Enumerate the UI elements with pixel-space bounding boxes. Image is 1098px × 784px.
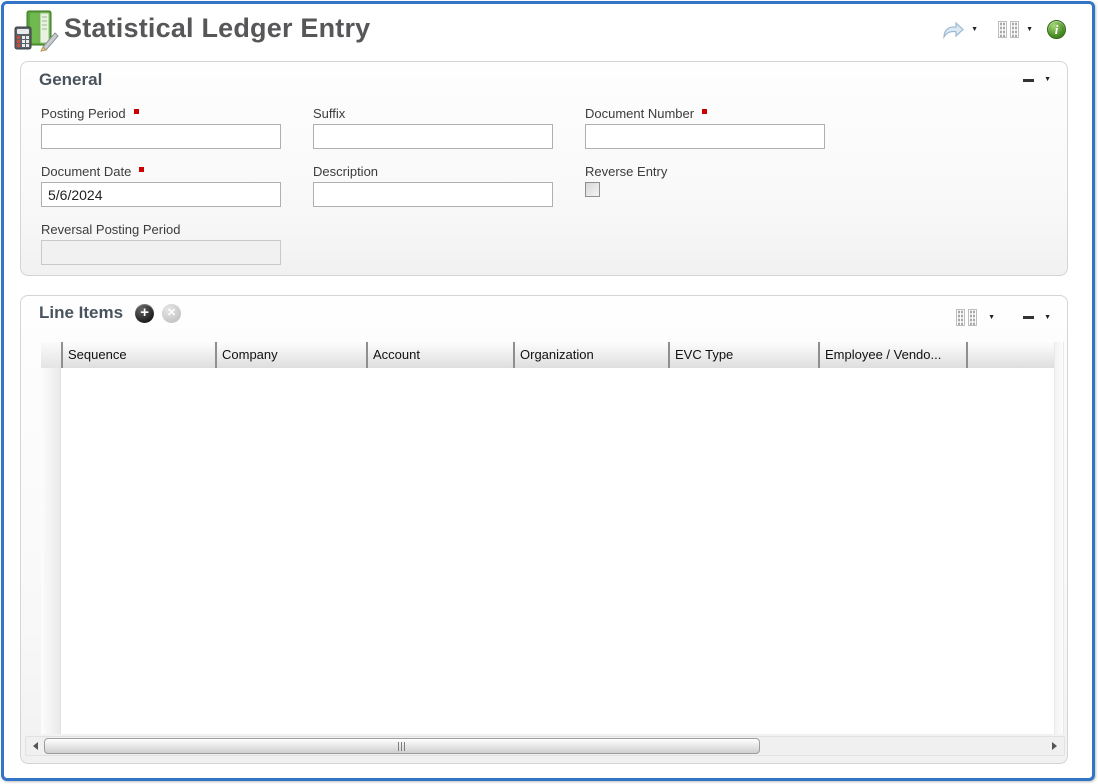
add-row-button[interactable]: + — [135, 304, 154, 323]
required-marker — [139, 167, 144, 172]
reversal-posting-period-input — [41, 240, 281, 265]
line-items-collapse-icon[interactable] — [1023, 316, 1034, 319]
document-number-input[interactable] — [585, 124, 825, 149]
horizontal-scrollbar[interactable] — [25, 736, 1065, 756]
general-section: General ▼ Posting Period Suffix Document… — [20, 61, 1068, 276]
column-header-employee-vendor[interactable]: Employee / Vendo... — [818, 342, 966, 368]
description-field: Description — [313, 164, 553, 207]
description-input[interactable] — [313, 182, 553, 207]
document-date-label: Document Date — [41, 164, 131, 179]
form-actions-caret-icon[interactable]: ▼ — [971, 25, 978, 35]
layouts-caret-icon[interactable]: ▼ — [1026, 25, 1033, 35]
required-marker — [134, 109, 139, 114]
ledger-app-icon — [13, 9, 61, 55]
column-header-account[interactable]: Account — [366, 342, 513, 368]
line-items-section: Line Items + ✕ ▼ ▼ Sequence Company Acco… — [20, 295, 1068, 764]
row-header-strip — [41, 368, 61, 734]
reverse-entry-label: Reverse Entry — [585, 164, 825, 179]
horizontal-scrollbar-thumb[interactable] — [44, 738, 760, 754]
column-header-company[interactable]: Company — [215, 342, 366, 368]
reversal-posting-period-label: Reversal Posting Period — [41, 222, 281, 237]
scrollbar-grip-icon — [398, 742, 406, 751]
column-header-evc-type[interactable]: EVC Type — [668, 342, 818, 368]
column-header-organization[interactable]: Organization — [513, 342, 668, 368]
reverse-entry-checkbox[interactable] — [585, 182, 600, 197]
grid-columns-icon[interactable] — [956, 309, 978, 326]
grid-columns-caret-icon[interactable]: ▼ — [988, 313, 995, 323]
grid-body[interactable] — [41, 368, 1059, 734]
column-header-filler — [966, 342, 1059, 368]
general-collapse-icon[interactable] — [1023, 79, 1034, 82]
vertical-scrollbar-track[interactable] — [1054, 342, 1064, 734]
page-title: Statistical Ledger Entry — [64, 13, 370, 44]
layouts-columns-icon[interactable] — [998, 21, 1020, 38]
general-menu-caret-icon[interactable]: ▼ — [1044, 75, 1051, 85]
document-number-field: Document Number — [585, 106, 825, 149]
document-date-input[interactable] — [41, 182, 281, 207]
suffix-label: Suffix — [313, 106, 553, 121]
line-items-section-title: Line Items — [39, 303, 123, 323]
column-header-sequence[interactable]: Sequence — [61, 342, 215, 368]
form-actions-icon[interactable] — [941, 21, 965, 39]
suffix-field: Suffix — [313, 106, 553, 149]
general-section-title: General — [39, 70, 102, 90]
row-selector-header — [41, 342, 61, 368]
line-items-grid: Sequence Company Account Organization EV… — [41, 342, 1059, 368]
scroll-left-icon[interactable] — [33, 742, 38, 750]
scroll-right-icon[interactable] — [1052, 742, 1057, 750]
delete-row-button[interactable]: ✕ — [162, 304, 181, 323]
app-window: Statistical Ledger Entry ▼ ▼ i General ▼… — [1, 1, 1095, 781]
document-date-field: Document Date — [41, 164, 281, 207]
required-marker — [702, 109, 707, 114]
description-label: Description — [313, 164, 553, 179]
line-items-menu-caret-icon[interactable]: ▼ — [1044, 313, 1051, 323]
app-header: Statistical Ledger Entry ▼ ▼ i — [4, 4, 1092, 60]
info-icon[interactable]: i — [1047, 20, 1066, 39]
suffix-input[interactable] — [313, 124, 553, 149]
grid-header-row: Sequence Company Account Organization EV… — [41, 342, 1059, 368]
document-number-label: Document Number — [585, 106, 694, 121]
posting-period-input[interactable] — [41, 124, 281, 149]
posting-period-field: Posting Period — [41, 106, 281, 149]
reversal-posting-period-field: Reversal Posting Period — [41, 222, 281, 265]
posting-period-label: Posting Period — [41, 106, 126, 121]
reverse-entry-field: Reverse Entry — [585, 164, 825, 197]
